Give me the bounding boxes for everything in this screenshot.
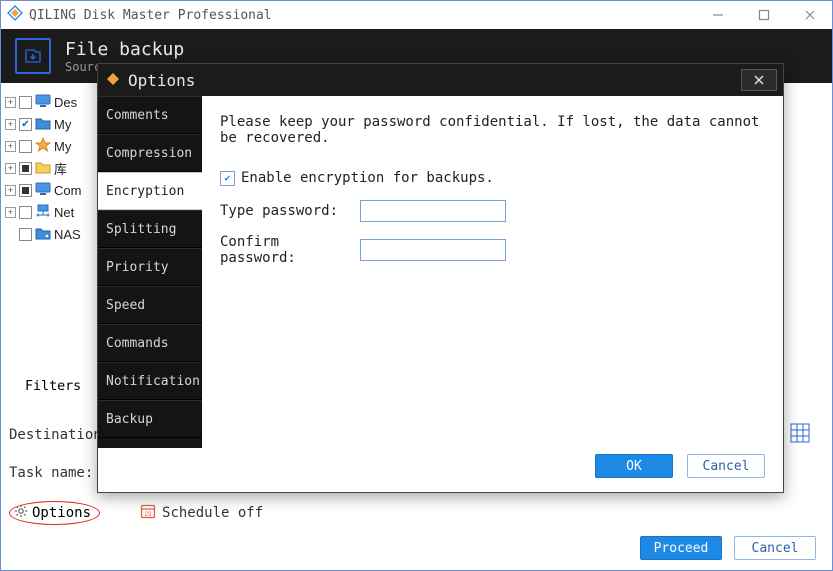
dialog-tab-speed[interactable]: Speed	[98, 286, 202, 324]
tree-checkbox[interactable]	[19, 206, 32, 219]
dialog-main: Please keep your password confidential. …	[202, 96, 783, 448]
page-title: File backup	[65, 39, 184, 60]
close-button[interactable]	[790, 3, 830, 27]
minimize-button[interactable]	[698, 3, 738, 27]
tree-spacer	[5, 229, 16, 240]
dialog-tab-backup[interactable]: Backup	[98, 400, 202, 438]
app-logo-icon	[7, 5, 23, 25]
tree-item-label: NAS	[54, 227, 81, 242]
tree-expander-icon[interactable]: +	[5, 141, 16, 152]
tree-checkbox[interactable]	[19, 228, 32, 241]
dialog-cancel-button[interactable]: Cancel	[687, 454, 765, 478]
dialog-tab-encryption[interactable]: Encryption	[98, 172, 202, 210]
dialog-tab-notification[interactable]: Notification	[98, 362, 202, 400]
gear-icon	[14, 504, 28, 522]
type-password-row: Type password:	[220, 200, 765, 222]
confirm-password-row: Confirm password:	[220, 234, 765, 266]
dialog-logo-icon	[106, 71, 120, 90]
dialog-tab-comments[interactable]: Comments	[98, 96, 202, 134]
tree-expander-icon[interactable]: +	[5, 97, 16, 108]
tree-item-label: Des	[54, 95, 77, 110]
tree-checkbox[interactable]	[19, 184, 32, 197]
star-icon	[35, 137, 51, 156]
file-backup-icon	[15, 38, 51, 74]
cancel-button[interactable]: Cancel	[734, 536, 816, 560]
confirm-password-input[interactable]	[360, 239, 506, 261]
main-buttons: Proceed Cancel	[640, 536, 816, 560]
confirm-password-label: Confirm password:	[220, 234, 350, 266]
titlebar: QILING Disk Master Professional	[1, 1, 832, 29]
tree-item-label: 库	[54, 159, 67, 178]
tree-expander-icon[interactable]: +	[5, 207, 16, 218]
dialog-close-button[interactable]	[741, 69, 777, 91]
task-name-label: Task name:	[9, 465, 93, 481]
network-icon	[35, 204, 51, 221]
dialog-tab-compression[interactable]: Compression	[98, 134, 202, 172]
dialog-tab-splitting[interactable]: Splitting	[98, 210, 202, 248]
folder-docs-icon	[35, 116, 51, 133]
options-link[interactable]: Options	[9, 501, 100, 525]
tree-checkbox[interactable]	[19, 96, 32, 109]
tree-checkbox[interactable]: ✔	[19, 118, 32, 131]
destination-label: Destination:	[9, 427, 110, 443]
dialog-body: CommentsCompressionEncryptionSplittingPr…	[98, 96, 783, 448]
enable-encryption-checkbox[interactable]: ✔	[220, 171, 235, 186]
filters-button[interactable]: Filters	[15, 375, 91, 398]
schedule-link[interactable]: 23 Schedule off	[140, 503, 263, 523]
dialog-tab-commands[interactable]: Commands	[98, 324, 202, 362]
tree-expander-icon[interactable]: +	[5, 119, 16, 130]
dialog-ok-button[interactable]: OK	[595, 454, 673, 478]
monitor-icon	[35, 182, 51, 199]
dialog-sidebar: CommentsCompressionEncryptionSplittingPr…	[98, 96, 202, 448]
dialog-title: Options	[128, 71, 195, 90]
proceed-button[interactable]: Proceed	[640, 536, 722, 560]
calendar-grid-icon[interactable]	[790, 423, 810, 447]
monitor-icon	[35, 94, 51, 111]
tree-item-label: Com	[54, 183, 81, 198]
dialog-footer: OK Cancel	[595, 454, 765, 478]
app-window: QILING Disk Master Professional File bac…	[0, 0, 833, 571]
options-dialog: Options CommentsCompressionEncryptionSpl…	[97, 63, 784, 493]
bottom-controls: Options 23 Schedule off	[9, 501, 263, 525]
tree-expander-icon[interactable]: +	[5, 163, 16, 174]
nas-icon	[35, 226, 51, 243]
maximize-button[interactable]	[744, 3, 784, 27]
type-password-input[interactable]	[360, 200, 506, 222]
dialog-tab-priority[interactable]: Priority	[98, 248, 202, 286]
enable-encryption-row[interactable]: ✔ Enable encryption for backups.	[220, 170, 765, 186]
tree-expander-icon[interactable]: +	[5, 185, 16, 196]
enable-encryption-label: Enable encryption for backups.	[241, 170, 494, 186]
schedule-label: Schedule off	[162, 505, 263, 521]
tree-checkbox[interactable]	[19, 162, 32, 175]
tree-checkbox[interactable]	[19, 140, 32, 153]
tree-item-label: My	[54, 139, 71, 154]
folder-icon	[35, 160, 51, 177]
tree-item-label: My	[54, 117, 71, 132]
type-password-label: Type password:	[220, 203, 350, 219]
tree-item-label: Net	[54, 205, 74, 220]
svg-text:23: 23	[145, 512, 152, 518]
calendar-icon: 23	[140, 503, 156, 523]
window-title: QILING Disk Master Professional	[29, 8, 692, 23]
dialog-titlebar: Options	[98, 64, 783, 96]
options-link-label: Options	[32, 505, 91, 521]
encryption-warning: Please keep your password confidential. …	[220, 114, 765, 146]
